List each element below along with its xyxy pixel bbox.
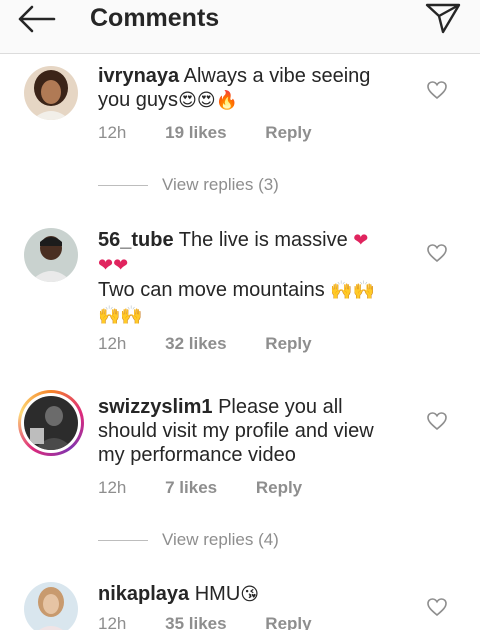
heart-icon: [427, 81, 447, 100]
paper-plane-icon: [425, 3, 461, 34]
comment-text: ivrynaya Always a vibe seeing you guys😍😍…: [98, 64, 398, 113]
heart-icon: [427, 598, 447, 617]
view-replies-label: View replies (3): [162, 175, 279, 194]
emoji-text: ❤❤: [98, 255, 129, 276]
view-replies-button[interactable]: View replies (4): [98, 530, 279, 550]
arrow-left-icon: [18, 5, 56, 33]
comment-time: 12h: [98, 334, 127, 353]
comment-body: Two can move mountains: [98, 279, 325, 301]
comment-meta: 12h 32 likes Reply: [98, 334, 346, 354]
divider: [98, 185, 148, 187]
avatar[interactable]: [24, 66, 78, 120]
like-button[interactable]: [426, 243, 448, 263]
comment-likes[interactable]: 35 likes: [165, 614, 226, 630]
page-title: Comments: [90, 4, 220, 32]
like-button[interactable]: [426, 411, 448, 431]
share-button[interactable]: [424, 0, 462, 36]
avatar[interactable]: [24, 228, 78, 282]
header-bar: Comments: [0, 0, 480, 54]
like-button[interactable]: [426, 80, 448, 100]
comment-body: you guys: [98, 89, 179, 111]
comment-body: Please you all: [218, 396, 343, 418]
emoji-text: 😍😍🔥: [178, 90, 239, 111]
comment-meta: 12h 19 likes Reply: [98, 123, 346, 143]
comment-text: swizzyslim1 Please you all should visit …: [98, 395, 398, 467]
avatar: [24, 396, 78, 450]
view-replies-label: View replies (4): [162, 530, 279, 549]
comment-likes[interactable]: 19 likes: [165, 123, 226, 142]
reply-button[interactable]: Reply: [265, 334, 311, 353]
back-button[interactable]: [14, 2, 62, 36]
comment-time: 12h: [98, 614, 127, 630]
avatar[interactable]: [24, 582, 78, 630]
comment-likes[interactable]: 7 likes: [165, 478, 217, 497]
comment-body: The live is massive: [178, 229, 348, 251]
comment-username[interactable]: ivrynaya: [98, 65, 179, 87]
reply-button[interactable]: Reply: [265, 614, 311, 630]
view-replies-button[interactable]: View replies (3): [98, 175, 279, 195]
emoji-text: 😘: [240, 584, 260, 605]
emoji-text: 🙌🙌: [98, 305, 143, 326]
comment-body: should visit my profile and view: [98, 420, 374, 442]
comment-likes[interactable]: 32 likes: [165, 334, 226, 353]
story-avatar[interactable]: [18, 390, 84, 456]
comment-body: Always a vibe seeing: [183, 65, 371, 87]
comment-time: 12h: [98, 478, 127, 497]
heart-icon: [427, 412, 447, 431]
comment-time: 12h: [98, 123, 127, 142]
comment-meta: 12h 35 likes Reply: [98, 614, 346, 630]
heart-icon: [427, 244, 447, 263]
emoji-text: 🙌🙌: [330, 280, 376, 301]
comment-body: my performance video: [98, 444, 296, 466]
like-button[interactable]: [426, 597, 448, 617]
comment-text: nikaplaya HMU😘: [98, 582, 398, 607]
reply-button[interactable]: Reply: [265, 123, 311, 142]
comment-meta: 12h 7 likes Reply: [98, 478, 336, 498]
comment-username[interactable]: swizzyslim1: [98, 396, 213, 418]
comment-body: HMU: [194, 583, 241, 605]
divider: [98, 540, 148, 542]
reply-button[interactable]: Reply: [256, 478, 302, 497]
emoji-text: ❤: [353, 230, 369, 251]
comment-username[interactable]: 56_tube: [98, 229, 174, 251]
comment-username[interactable]: nikaplaya: [98, 583, 189, 605]
comment-text: 56_tube The live is massive ❤ ❤❤ Two can…: [98, 228, 398, 328]
